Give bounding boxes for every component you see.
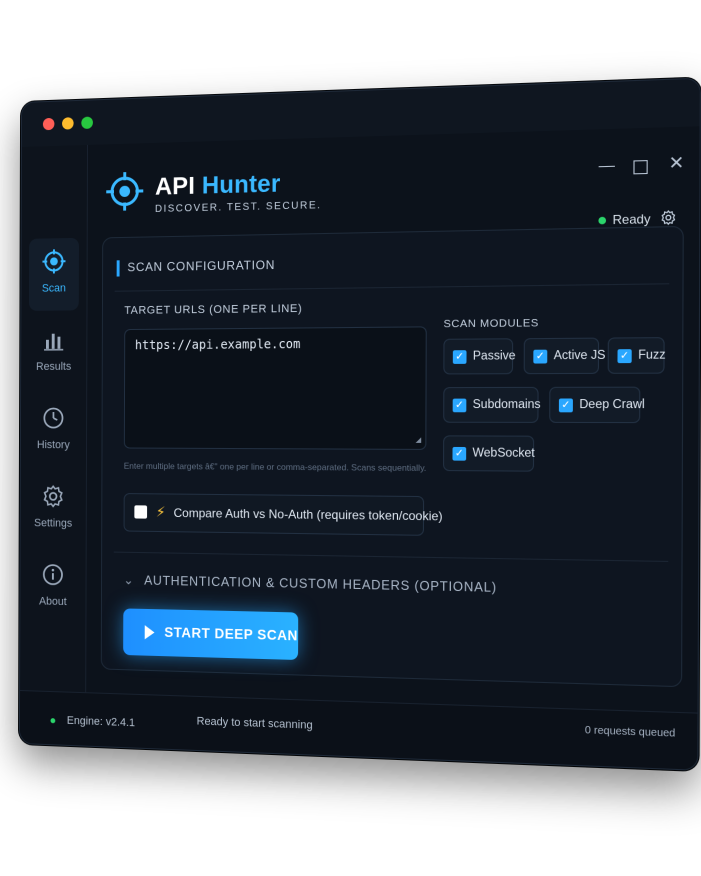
target-urls-hint: Enter multiple targets â€" one per line …	[123, 460, 427, 474]
divider	[114, 283, 670, 292]
sidebar-item-results[interactable]: Results	[29, 316, 79, 389]
status-message: Ready to start scanning	[196, 715, 313, 732]
compare-auth-label: Compare Auth vs No-Auth (requires token/…	[173, 505, 443, 524]
engine-version: Engine: v2.4.1	[50, 714, 135, 729]
sidebar-item-scan[interactable]: Scan	[28, 237, 80, 311]
heading-accent-bar	[116, 260, 120, 277]
sidebar-item-label: Scan	[41, 282, 66, 295]
title-bar	[21, 78, 700, 147]
settings-gear-icon[interactable]	[660, 209, 678, 227]
checkbox-checked-icon[interactable]: ✓	[452, 398, 467, 413]
bar-chart-icon	[41, 333, 66, 353]
scan-config-panel: SCAN CONFIGURATION TARGET URLS (ONE PER …	[100, 225, 684, 688]
status-indicator: Ready	[598, 212, 650, 228]
module-fuzz[interactable]: ✓ Fuzz	[607, 337, 666, 374]
compare-auth-checkbox[interactable]	[134, 505, 148, 519]
auth-headers-section-toggle[interactable]: ⌄ AUTHENTICATION & CUSTOM HEADERS (OPTION…	[123, 572, 497, 595]
auth-headers-label: AUTHENTICATION & CUSTOM HEADERS (OPTIONA…	[144, 573, 497, 595]
close-button[interactable]: ✕	[669, 153, 685, 175]
app-tagline: DISCOVER. TEST. SECURE.	[154, 199, 322, 216]
sidebar-item-label: Settings	[34, 517, 73, 530]
close-traffic-light[interactable]	[42, 117, 55, 131]
status-text: Ready	[612, 211, 651, 228]
chevron-down-icon: ⌄	[123, 572, 135, 588]
panel-heading: SCAN CONFIGURATION	[116, 257, 276, 277]
divider	[113, 551, 669, 562]
scan-modules-label: SCAN MODULES	[443, 316, 539, 331]
app-title: API Hunter	[155, 170, 281, 202]
sidebar: Scan Results History Settings About	[20, 144, 89, 694]
stage: — ✕ Scan Results History Settings About …	[0, 0, 701, 876]
minimize-traffic-light[interactable]	[62, 117, 74, 130]
app-logo-icon	[104, 170, 145, 214]
start-deep-scan-button[interactable]: START DEEP SCAN	[123, 608, 299, 661]
module-active-js[interactable]: ✓ Active JS	[523, 337, 606, 375]
target-icon	[41, 248, 66, 275]
compare-auth-toggle[interactable]: ⚡ Compare Auth vs No-Auth (requires toke…	[123, 493, 443, 536]
start-deep-scan-label: START DEEP SCAN	[164, 624, 298, 644]
module-label: WebSocket	[472, 447, 535, 461]
module-deep-crawl[interactable]: ✓ Deep Crawl	[549, 386, 645, 424]
checkbox-checked-icon[interactable]: ✓	[452, 350, 467, 364]
checkbox-checked-icon[interactable]: ✓	[452, 446, 467, 461]
minimize-button[interactable]: —	[599, 157, 615, 176]
module-label: Fuzz	[638, 348, 666, 362]
app-window: — ✕ Scan Results History Settings About …	[18, 77, 701, 771]
engine-version-text: Engine: v2.4.1	[66, 714, 135, 730]
sidebar-item-about[interactable]: About	[28, 551, 78, 624]
lightning-icon: ⚡	[155, 503, 166, 520]
checkbox-checked-icon[interactable]: ✓	[617, 349, 632, 364]
module-label: Subdomains	[472, 398, 541, 412]
sidebar-item-history[interactable]: History	[28, 395, 78, 467]
maximize-button[interactable]	[633, 160, 648, 175]
engine-status-dot-icon	[50, 717, 56, 723]
module-passive[interactable]: ✓ Passive	[443, 338, 516, 375]
resize-handle-icon[interactable]: ◢	[415, 435, 421, 445]
sidebar-item-label: About	[39, 595, 67, 609]
clock-icon	[41, 405, 66, 431]
gear-icon	[41, 483, 66, 509]
module-websocket[interactable]: ✓ WebSocket	[443, 435, 535, 472]
module-label: Deep Crawl	[579, 398, 645, 412]
queue-count: 0 requests queued	[584, 724, 676, 740]
target-urls-input[interactable]: https://api.example.com ◢	[123, 326, 427, 450]
module-subdomains[interactable]: ✓ Subdomains	[443, 386, 541, 423]
checkbox-checked-icon[interactable]: ✓	[558, 398, 573, 413]
app-title-part2: Hunter	[201, 169, 281, 200]
status-bar: Engine: v2.4.1 Ready to start scanning 0…	[19, 690, 698, 770]
sidebar-item-label: Results	[36, 360, 72, 373]
status-dot-icon	[598, 217, 607, 225]
maximize-traffic-light[interactable]	[81, 116, 93, 130]
info-icon	[40, 561, 65, 588]
target-urls-value: https://api.example.com	[134, 336, 301, 353]
sidebar-item-label: History	[36, 439, 70, 452]
module-label: Passive	[472, 349, 516, 363]
panel-heading-text: SCAN CONFIGURATION	[127, 257, 276, 275]
module-label: Active JS	[553, 349, 606, 363]
sidebar-item-settings[interactable]: Settings	[28, 473, 78, 546]
checkbox-checked-icon[interactable]: ✓	[533, 349, 548, 364]
target-urls-label: TARGET URLS (ONE PER LINE)	[124, 302, 303, 317]
app-title-part1: API	[154, 172, 202, 201]
play-icon	[144, 625, 155, 640]
